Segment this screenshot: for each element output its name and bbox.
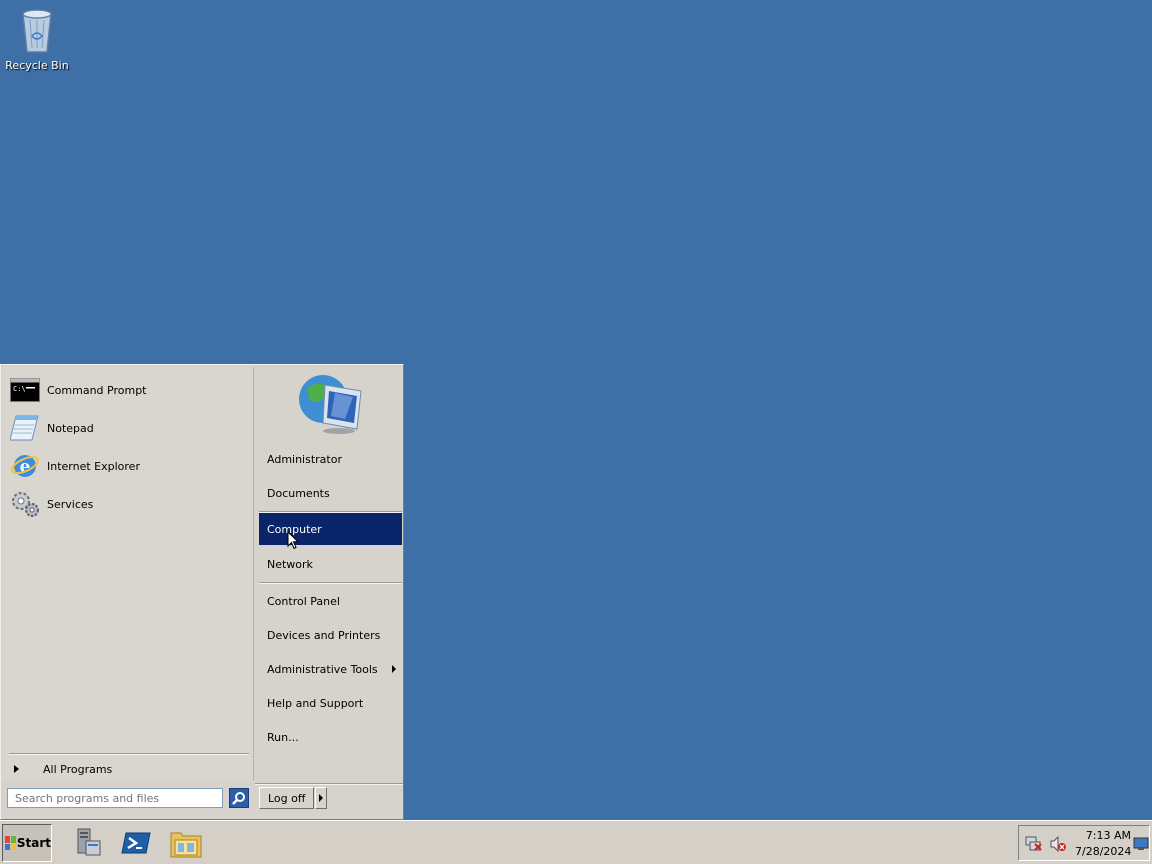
taskbar-powershell[interactable] [118,825,154,861]
search-icon [232,792,245,805]
menu-item-label: Administrator [267,452,342,466]
chevron-right-icon [319,794,324,802]
logoff-button[interactable]: Log off [259,787,315,809]
logoff-separator [255,783,403,785]
menu-item-documents[interactable]: Documents [259,477,402,509]
menu-item-label: Administrative Tools [267,662,378,676]
taskbar-server-manager[interactable] [70,825,106,861]
all-programs-separator [9,753,249,755]
windows-explorer-icon [170,832,202,858]
menu-item-devices-and-printers[interactable]: Devices and Printers [259,619,402,651]
pinned-notepad[interactable]: Notepad [9,411,249,445]
menu-item-label: Control Panel [267,594,340,608]
clock[interactable]: 7:13 AM 7/28/2024 [1075,828,1131,860]
pinned-label: Services [47,497,94,511]
windows-logo-icon [5,836,16,850]
start-menu: C:\ Command Prompt Notepad e Internet Ex… [0,364,404,820]
recycle-bin-shortcut[interactable]: Recycle Bin [4,6,70,72]
menu-item-label: Devices and Printers [267,628,381,642]
pinned-command-prompt[interactable]: C:\ Command Prompt [9,373,249,407]
menu-separator [259,582,402,584]
pinned-programs-pane: C:\ Command Prompt Notepad e Internet Ex… [3,367,254,781]
recycle-bin-label: Recycle Bin [5,59,69,72]
start-label: Start [16,836,51,850]
menu-item-control-panel[interactable]: Control Panel [259,585,402,617]
internet-explorer-icon: e [9,450,41,482]
all-programs-label: All Programs [43,762,113,776]
mouse-cursor-icon [287,531,299,550]
pinned-label: Notepad [47,421,94,435]
volume-muted-icon[interactable] [1049,835,1067,853]
logoff-group: Log off [259,787,328,809]
search-input[interactable] [7,788,223,808]
all-programs-button[interactable]: All Programs [9,759,112,779]
all-programs-arrow-icon [14,765,19,773]
pinned-label: Command Prompt [47,383,147,397]
menu-item-label: Documents [267,486,330,500]
menu-item-label: Network [267,557,313,571]
network-status-icon[interactable] [1025,836,1043,852]
notepad-icon [9,412,41,444]
start-menu-right-pane: Administrator Documents Computer Network… [255,367,403,781]
recycle-bin-icon [22,9,52,53]
logoff-label: Log off [268,791,306,805]
shutdown-options-button[interactable] [315,787,328,809]
pinned-label: Internet Explorer [47,459,140,473]
menu-item-label: Help and Support [267,696,364,710]
submenu-arrow-icon [392,665,396,673]
services-icon [9,488,41,520]
menu-item-network[interactable]: Network [259,548,402,580]
svg-text:C:\: C:\ [13,385,26,393]
user-picture[interactable] [295,369,365,437]
menu-item-run[interactable]: Run... [259,721,402,753]
pinned-internet-explorer[interactable]: e Internet Explorer [9,449,249,483]
menu-item-administrator[interactable]: Administrator [259,443,402,475]
search-button[interactable] [229,788,249,808]
menu-item-label: Run... [267,730,299,744]
show-desktop-icon[interactable] [1133,837,1149,851]
menu-item-administrative-tools[interactable]: Administrative Tools [259,653,402,685]
menu-item-help-and-support[interactable]: Help and Support [259,687,402,719]
notification-area: 7:13 AM 7/28/2024 [1018,825,1150,861]
user-picture-globe-icon [299,375,362,434]
taskbar-windows-explorer[interactable] [168,825,204,861]
command-prompt-icon: C:\ [9,374,41,406]
server-manager-icon [77,828,101,856]
taskbar: Start 7:13 AM 7/28/2024 [0,820,1152,864]
clock-time: 7:13 AM [1085,829,1131,842]
start-button[interactable]: Start [2,824,52,862]
powershell-icon [121,832,151,854]
pinned-services[interactable]: Services [9,487,249,521]
menu-item-computer[interactable]: Computer [259,513,402,545]
clock-date: 7/28/2024 [1075,845,1132,858]
